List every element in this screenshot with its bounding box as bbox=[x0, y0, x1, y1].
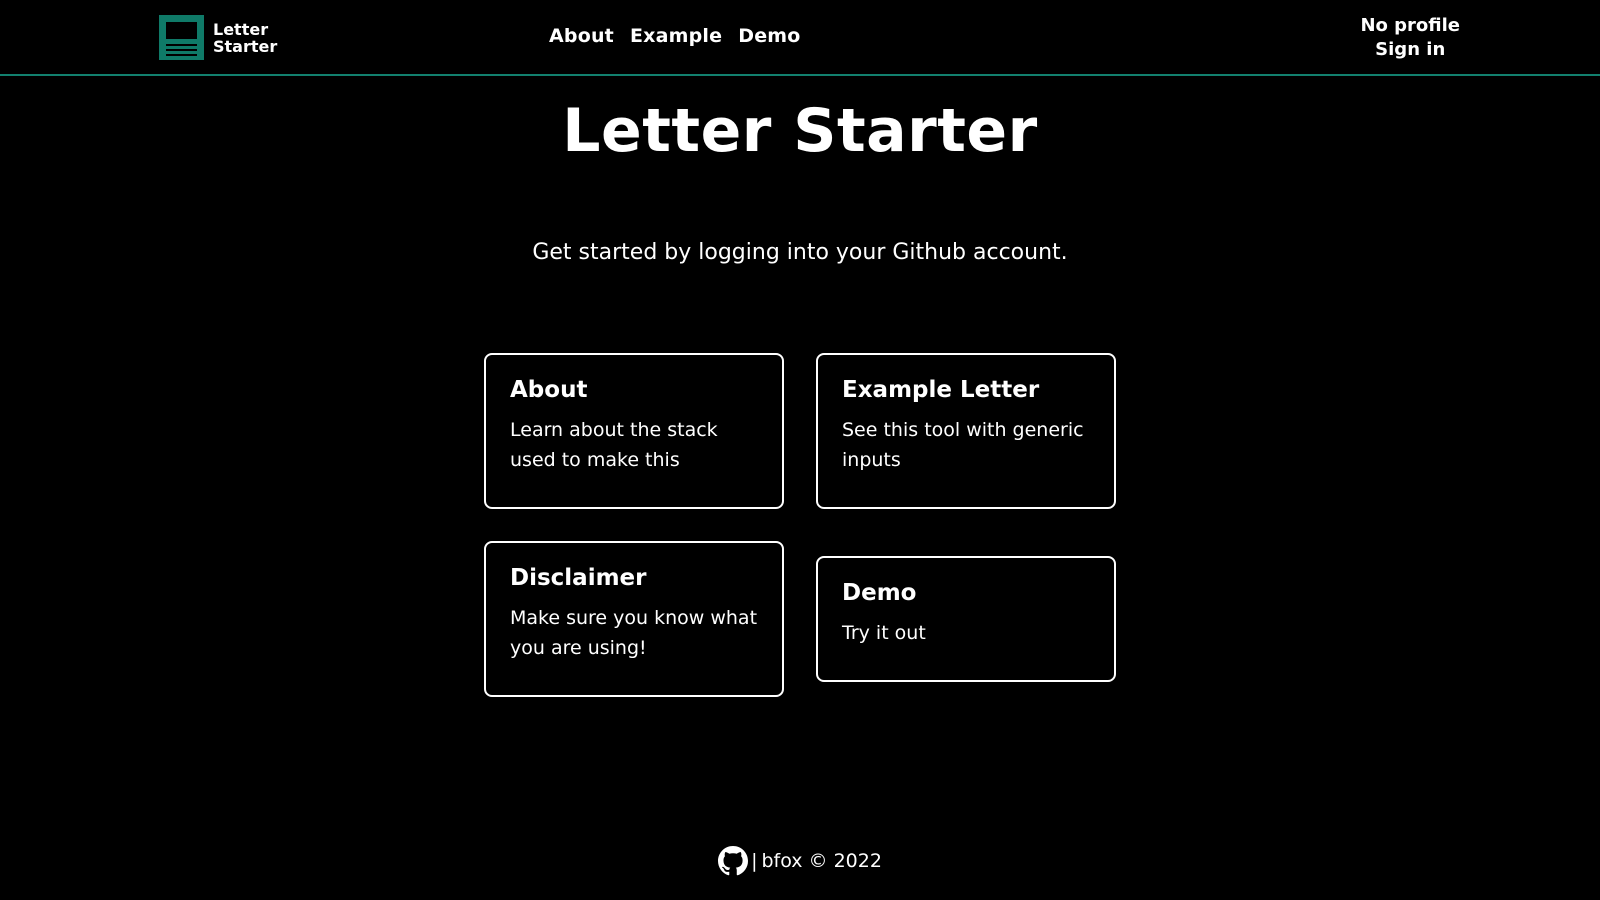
page-title: Letter Starter bbox=[562, 96, 1038, 166]
card-title: Demo bbox=[842, 580, 917, 606]
demo-card[interactable]: Demo Try it out bbox=[816, 556, 1116, 682]
profile-area: No profile Sign in bbox=[1360, 14, 1460, 62]
about-card[interactable]: About Learn about the stack used to make… bbox=[484, 353, 784, 509]
site-footer: | bfox © 2022 bbox=[0, 846, 1600, 876]
nav-about-link[interactable]: About bbox=[549, 25, 614, 47]
nav-demo-link[interactable]: Demo bbox=[738, 25, 800, 47]
logo-text: Letter Starter bbox=[213, 21, 277, 55]
card-description: See this tool with generic inputs bbox=[842, 419, 1084, 471]
main-nav: About Example Demo bbox=[549, 25, 801, 47]
logo-icon bbox=[159, 15, 204, 60]
disclaimer-card[interactable]: Disclaimer Make sure you know what you a… bbox=[484, 541, 784, 697]
home-logo-link[interactable]: Letter Starter bbox=[159, 15, 277, 60]
sign-in-link[interactable]: Sign in bbox=[1360, 38, 1460, 62]
logo-line-2: Starter bbox=[213, 36, 278, 56]
card-title: Disclaimer bbox=[510, 565, 647, 591]
footer-separator: | bbox=[751, 850, 758, 872]
site-header: Letter Starter About Example Demo No pro… bbox=[0, 0, 1600, 76]
github-icon[interactable] bbox=[718, 846, 749, 876]
footer-credit: bfox © 2022 bbox=[761, 850, 882, 872]
card-title: About bbox=[510, 377, 588, 403]
profile-status: No profile bbox=[1360, 15, 1460, 36]
card-description: Make sure you know what you are using! bbox=[510, 607, 758, 659]
card-description: Try it out bbox=[842, 622, 926, 644]
logo-line-1: Letter bbox=[213, 19, 269, 39]
example-letter-card[interactable]: Example Letter See this tool with generi… bbox=[816, 353, 1116, 509]
page-subtitle: Get started by logging into your Github … bbox=[532, 240, 1068, 265]
nav-example-link[interactable]: Example bbox=[630, 25, 722, 47]
card-description: Learn about the stack used to make this bbox=[510, 419, 718, 471]
card-title: Example Letter bbox=[842, 377, 1040, 403]
